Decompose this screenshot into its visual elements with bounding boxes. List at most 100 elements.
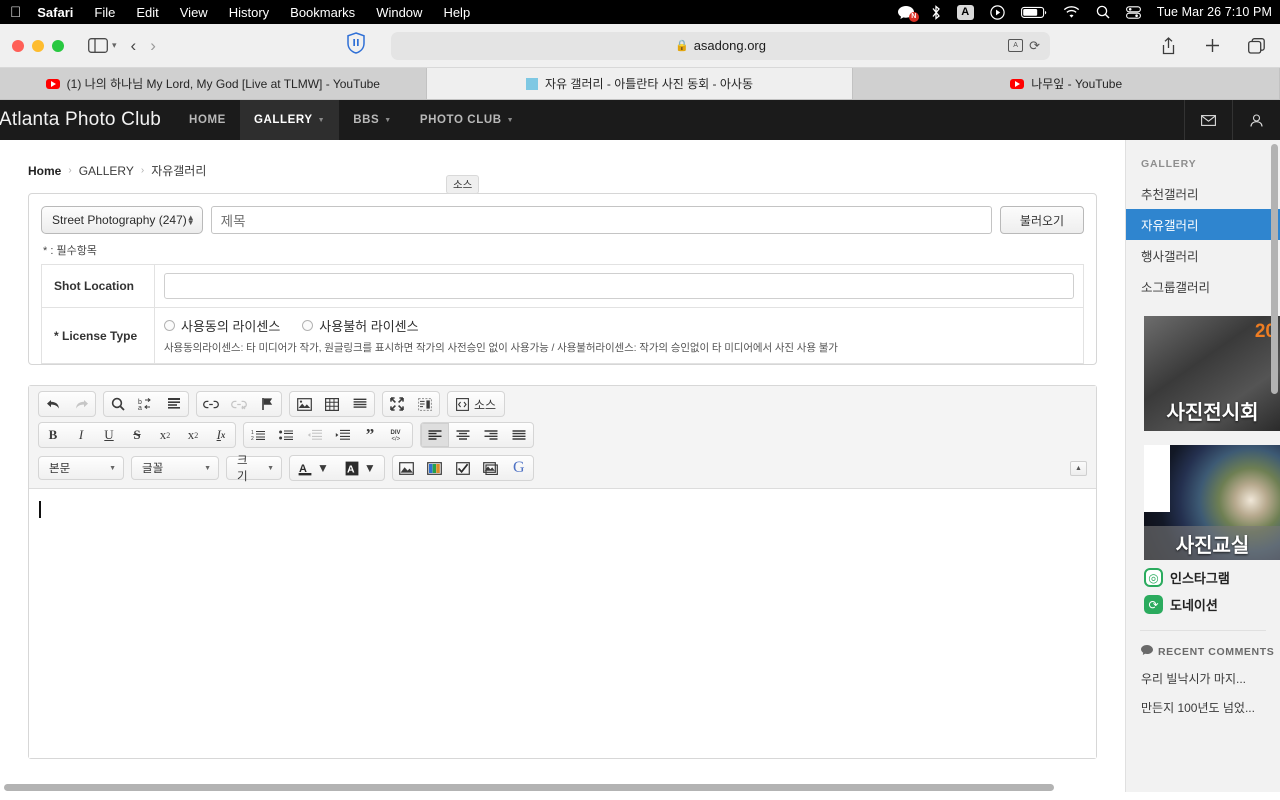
image-icon[interactable] [290, 392, 318, 416]
breadcrumb-section[interactable]: GALLERY [79, 164, 134, 178]
bluetooth-icon[interactable] [931, 5, 941, 20]
radio-button[interactable] [302, 320, 313, 331]
license-option-deny[interactable]: 사용불허 라이센스 [302, 316, 418, 335]
input-source-A-icon[interactable]: A [957, 5, 974, 20]
breadcrumb-home[interactable]: Home [28, 164, 61, 178]
horizontal-scrollbar[interactable] [0, 783, 1280, 792]
maximize-icon[interactable] [383, 392, 411, 416]
font-family-select[interactable]: 글꼴 ▼ [131, 456, 219, 480]
zoom-window-button[interactable] [52, 40, 64, 52]
redo-icon[interactable] [67, 392, 95, 416]
menu-item-file[interactable]: File [94, 5, 115, 20]
search-icon[interactable] [1096, 5, 1110, 19]
bulleted-list-icon[interactable] [272, 423, 300, 447]
align-right-icon[interactable] [477, 423, 505, 447]
browser-tab-1[interactable]: (1) 나의 하나님 My Lord, My God [Live at TLMW… [0, 68, 427, 99]
subscript-icon[interactable]: x2 [151, 423, 179, 447]
user-icon[interactable] [1232, 100, 1280, 140]
apple-logo-icon[interactable]:  [10, 5, 21, 20]
menu-item-view[interactable]: View [180, 5, 208, 20]
numbered-list-icon[interactable]: 12 [244, 423, 272, 447]
vertical-scrollbar[interactable] [1270, 140, 1279, 792]
sidebar-item-event-gallery[interactable]: 행사갤러리 [1126, 240, 1280, 271]
insert-media-icon[interactable] [477, 456, 505, 480]
new-tab-icon[interactable] [1200, 33, 1224, 59]
remove-format-icon[interactable]: Ix [207, 423, 235, 447]
collapse-toolbar-button[interactable]: ▲ [1070, 461, 1087, 476]
category-select[interactable]: Street Photography (247) ▲▼ [41, 206, 203, 234]
play-circle-icon[interactable] [990, 5, 1005, 20]
translate-icon[interactable]: A [1008, 39, 1023, 52]
address-bar[interactable]: 🔒 asadong.org A ⟳ [391, 32, 1050, 60]
unlink-icon[interactable] [225, 392, 253, 416]
superscript-icon[interactable]: x2 [179, 423, 207, 447]
font-size-select[interactable]: 크기 ▼ [226, 456, 282, 480]
privacy-shield-icon[interactable] [346, 32, 366, 59]
battery-icon[interactable] [1021, 6, 1047, 19]
italic-icon[interactable]: I [67, 423, 95, 447]
menubar-clock[interactable]: Tue Mar 26 7:10 PM [1157, 5, 1272, 19]
sidebar-item-small-group-gallery[interactable]: 소그룹갤러리 [1126, 271, 1280, 302]
mail-icon[interactable] [1184, 100, 1232, 140]
share-icon[interactable] [1156, 33, 1180, 59]
nav-item-home[interactable]: HOME [175, 100, 240, 140]
outdent-icon[interactable] [300, 423, 328, 447]
search-icon[interactable] [104, 392, 132, 416]
insert-gallery-icon[interactable] [421, 456, 449, 480]
link-icon[interactable] [197, 392, 225, 416]
wifi-icon[interactable] [1063, 6, 1080, 19]
blockquote-icon[interactable]: ” [356, 423, 384, 447]
menu-item-window[interactable]: Window [376, 5, 422, 20]
recent-comment-item[interactable]: 우리 빌낙시가 마지... [1126, 664, 1280, 693]
undo-icon[interactable] [39, 392, 67, 416]
menu-item-history[interactable]: History [229, 5, 269, 20]
back-button[interactable]: ‹ [131, 36, 137, 56]
control-center-icon[interactable] [1126, 6, 1141, 19]
menu-item-safari[interactable]: Safari [37, 5, 73, 20]
sidebar-item-free-gallery[interactable]: 자유갤러리 [1126, 209, 1280, 240]
replace-icon[interactable]: ba [132, 392, 160, 416]
photo-class-banner[interactable]: 사진교실 [1144, 445, 1280, 560]
bold-icon[interactable]: B [39, 423, 67, 447]
text-color-icon[interactable]: A ▼ [290, 456, 337, 480]
social-link-instagram[interactable]: ◎ 인스타그램 [1126, 560, 1280, 587]
background-color-icon[interactable]: A ▼ [337, 456, 384, 480]
minimize-window-button[interactable] [32, 40, 44, 52]
align-justify-icon[interactable] [505, 423, 533, 447]
browser-tab-3[interactable]: 나무잎 - YouTube [853, 68, 1280, 99]
paragraph-format-select[interactable]: 본문 ▼ [38, 456, 124, 480]
editor-body[interactable] [29, 488, 1096, 758]
div-container-icon[interactable]: DIV</> [384, 423, 412, 447]
forward-button[interactable]: › [150, 36, 156, 56]
title-input[interactable]: 제목 [211, 206, 992, 234]
source-button[interactable]: 소스 [448, 392, 504, 416]
anchor-flag-icon[interactable] [253, 392, 281, 416]
horizontal-scrollbar-thumb[interactable] [4, 784, 1054, 791]
strikethrough-icon[interactable]: S [123, 423, 151, 447]
radio-button[interactable] [164, 320, 175, 331]
shot-location-input[interactable] [164, 273, 1074, 299]
insert-image-icon[interactable] [393, 456, 421, 480]
social-link-donation[interactable]: ⟳ 도네이션 [1126, 587, 1280, 614]
sidebar-item-recommended-gallery[interactable]: 추천갤러리 [1126, 178, 1280, 209]
menu-item-help[interactable]: Help [443, 5, 470, 20]
photo-exhibition-banner[interactable]: 20 사진전시회 [1144, 316, 1280, 431]
recent-comment-item[interactable]: 만든지 100년도 넘었... [1126, 693, 1280, 722]
menu-item-bookmarks[interactable]: Bookmarks [290, 5, 355, 20]
google-icon[interactable]: G [505, 456, 533, 480]
close-window-button[interactable] [12, 40, 24, 52]
load-button[interactable]: 불러오기 [1000, 206, 1084, 234]
license-option-allow[interactable]: 사용동의 라이센스 [164, 316, 280, 335]
chevron-down-icon[interactable]: ▾ [112, 40, 117, 51]
sidebar-icon[interactable] [86, 33, 110, 59]
tab-overview-icon[interactable] [1244, 33, 1268, 59]
nav-item-bbs[interactable]: BBS ▼ [339, 100, 406, 140]
align-center-icon[interactable] [449, 423, 477, 447]
checkbox-icon[interactable] [449, 456, 477, 480]
site-logo[interactable]: Atlanta Photo Club [0, 109, 175, 131]
indent-icon[interactable] [328, 423, 356, 447]
vertical-scrollbar-thumb[interactable] [1271, 144, 1278, 394]
horizontal-rule-icon[interactable] [346, 392, 374, 416]
chat-badge-icon[interactable]: N [898, 6, 915, 19]
reload-icon[interactable]: ⟳ [1029, 38, 1040, 54]
